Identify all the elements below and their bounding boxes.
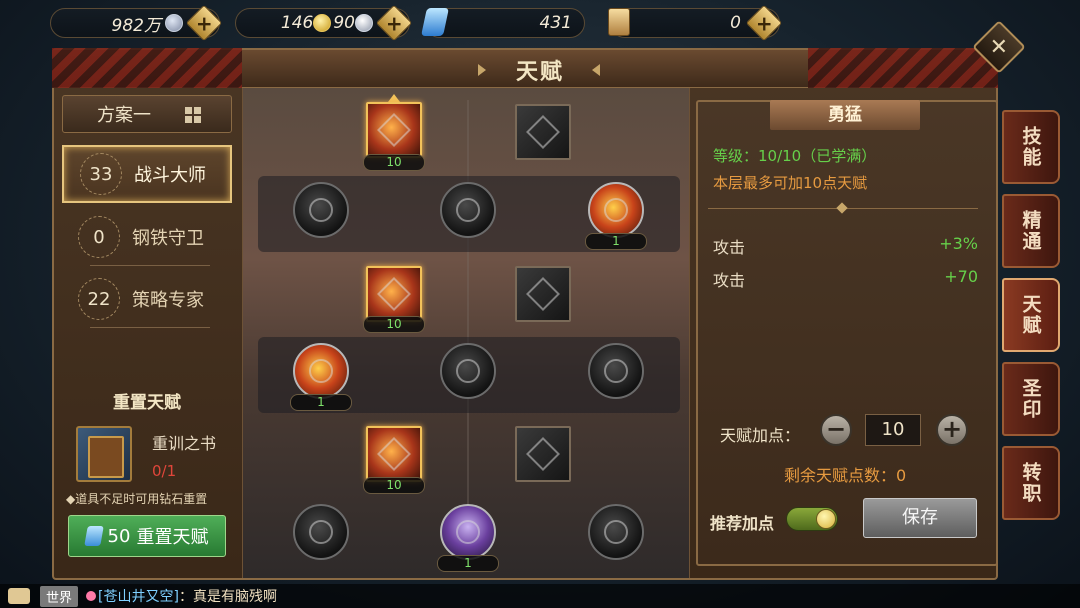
- stat-row: 攻击 +70: [713, 267, 978, 291]
- talent-node-locked[interactable]: [293, 182, 349, 238]
- divider: [90, 265, 210, 266]
- gold-b-value: 90: [333, 13, 355, 33]
- tab-mastery[interactable]: 精通: [1002, 194, 1060, 268]
- chat-channel: 世界: [40, 585, 79, 607]
- player-icon: [86, 591, 97, 601]
- talent-level: 10: [363, 477, 425, 494]
- add-silver-button[interactable]: +: [185, 4, 223, 42]
- scroll-icon: [608, 8, 630, 36]
- chat-sender[interactable]: [苍山井又空]: [98, 586, 179, 606]
- talent-node-cross-swords[interactable]: [366, 426, 422, 482]
- talent-level: 10: [363, 154, 425, 171]
- talent-detail-panel: [696, 100, 998, 566]
- talent-node-locked[interactable]: [440, 182, 496, 238]
- diamond-value: 431: [539, 13, 572, 33]
- diamond-icon: [83, 526, 104, 546]
- talent-node-locked[interactable]: [588, 504, 644, 560]
- talent-node-locked[interactable]: [293, 504, 349, 560]
- reset-note: ◆道具不足时可用钻石重置: [66, 492, 208, 506]
- talent-level: 1: [290, 394, 352, 411]
- gold-coin-icon: [313, 14, 332, 32]
- spec-item-combat-master[interactable]: 33 战斗大师: [62, 145, 232, 203]
- retrain-book-icon[interactable]: [76, 426, 132, 482]
- stat-row: 攻击 +3%: [713, 234, 978, 258]
- toggle-knob: [816, 509, 836, 529]
- spec-label: 策略专家: [132, 290, 204, 311]
- spec-item-strategist[interactable]: 22 策略专家: [62, 270, 232, 328]
- tree-connector: [467, 100, 469, 570]
- talent-node-valor[interactable]: [366, 102, 422, 158]
- talent-level-text: 等级：10/10（已学满）: [713, 147, 877, 165]
- stat-name: 攻击: [713, 271, 746, 290]
- reset-button-label: 重置天赋: [136, 527, 209, 548]
- silver-coin-icon: [355, 14, 373, 32]
- reset-title: 重置天赋: [113, 393, 181, 413]
- recommend-label: 推荐加点: [710, 514, 775, 533]
- close-icon: ✕: [989, 34, 1009, 60]
- silver-coin-icon: [165, 14, 183, 32]
- stat-bonus: +70: [944, 267, 978, 286]
- layer-limit-note: 本层最多可加10点天赋: [713, 174, 868, 192]
- diamond-resource: 431: [425, 8, 585, 38]
- divider: [90, 327, 210, 328]
- talent-node-locked[interactable]: [515, 266, 571, 322]
- talent-node-fury[interactable]: [588, 182, 644, 238]
- right-ornament-icon: [808, 48, 998, 88]
- add-gold-button[interactable]: +: [375, 4, 413, 42]
- save-button[interactable]: 保存: [863, 498, 977, 538]
- chat-bar[interactable]: 世界 [苍山井又空] ：真是有脑残啊: [0, 584, 1080, 608]
- scroll-resource: 0 +: [610, 4, 783, 42]
- add-scroll-button[interactable]: +: [745, 4, 783, 42]
- talent-name: 勇猛: [770, 100, 920, 130]
- tab-seal[interactable]: 圣印: [1002, 362, 1060, 436]
- talent-node-flame[interactable]: [293, 343, 349, 399]
- spec-points: 33: [80, 153, 122, 195]
- scroll-value: 0: [730, 13, 741, 33]
- silver-resource: 982万 +: [50, 4, 223, 42]
- retrain-book-count: 0/1: [152, 462, 177, 480]
- gold-a-value: 146: [280, 13, 314, 33]
- grid-icon: [185, 107, 201, 123]
- retrain-book-name: 重训之书: [152, 434, 217, 453]
- stat-name: 攻击: [713, 238, 746, 257]
- talent-node-blade[interactable]: [366, 266, 422, 322]
- chat-bubble-icon[interactable]: [8, 588, 30, 604]
- silver-value: 982万: [111, 15, 161, 36]
- stat-bonus: +3%: [939, 234, 978, 253]
- talent-level: 1: [437, 555, 499, 572]
- spec-label: 战斗大师: [134, 165, 206, 186]
- reset-talent-button[interactable]: 50 重置天赋: [68, 515, 226, 557]
- reset-cost: 50: [107, 525, 131, 547]
- remaining-points: 剩余天赋点数：0: [784, 466, 907, 485]
- spec-item-iron-guard[interactable]: 0 钢铁守卫: [62, 208, 232, 266]
- decrease-points-button[interactable]: −: [820, 414, 852, 446]
- spec-label: 钢铁守卫: [132, 228, 204, 249]
- spec-points: 22: [78, 278, 120, 320]
- points-label: 天赋加点：: [720, 426, 801, 445]
- talent-node-locked[interactable]: [515, 426, 571, 482]
- plan-selector-button[interactable]: 方案一: [62, 95, 232, 133]
- page-title: 天赋: [515, 60, 564, 85]
- talent-node-locked[interactable]: [440, 343, 496, 399]
- spec-points: 0: [78, 216, 120, 258]
- talent-node-locked[interactable]: [515, 104, 571, 160]
- tab-talent[interactable]: 天赋: [1002, 278, 1060, 352]
- points-input[interactable]: 10: [865, 414, 921, 446]
- left-ornament-icon: [52, 48, 242, 88]
- talent-level: 10: [363, 316, 425, 333]
- gold-resource: 146 90 +: [235, 4, 413, 42]
- increase-points-button[interactable]: +: [936, 414, 968, 446]
- tab-class-change[interactable]: 转职: [1002, 446, 1060, 520]
- tab-skills[interactable]: 技能: [1002, 110, 1060, 184]
- talent-node-locked[interactable]: [588, 343, 644, 399]
- talent-node-shadow[interactable]: [440, 504, 496, 560]
- talent-level: 1: [585, 233, 647, 250]
- chat-message: ：真是有脑残啊: [178, 589, 277, 605]
- selected-crown-icon: [388, 94, 400, 102]
- plan-label: 方案一: [97, 105, 151, 126]
- recommend-toggle[interactable]: [786, 507, 838, 531]
